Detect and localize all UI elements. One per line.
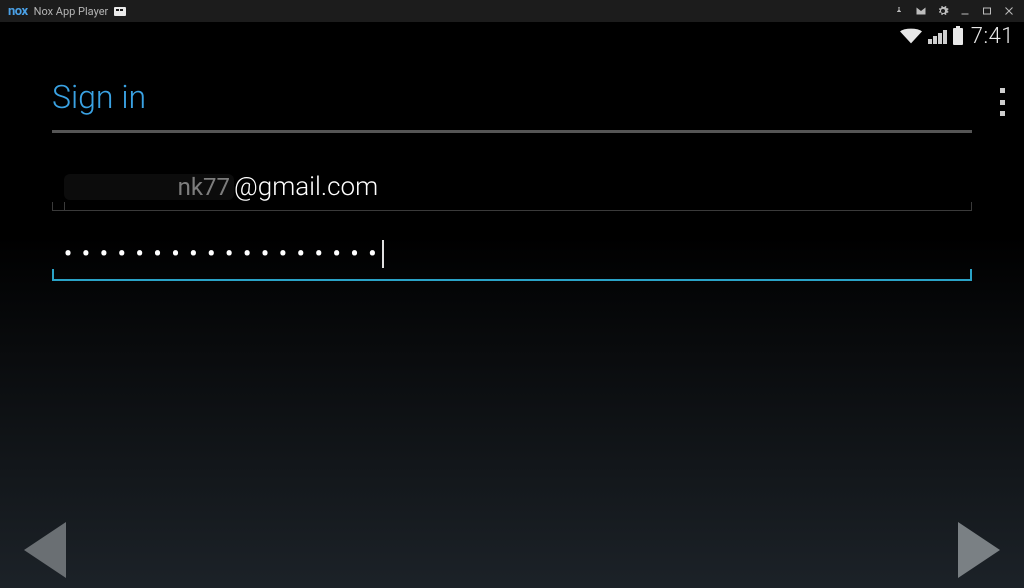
text-cursor <box>382 240 384 268</box>
overflow-menu-icon[interactable] <box>992 88 1012 116</box>
email-visible-suffix: @gmail.com <box>234 172 378 202</box>
back-button[interactable] <box>24 522 66 578</box>
email-field[interactable]: nk77 @gmail.com <box>52 163 972 211</box>
wifi-icon <box>900 28 922 44</box>
page-title: Sign in <box>52 78 972 133</box>
minimize-icon[interactable] <box>956 2 974 20</box>
android-status-bar: 7:41 <box>0 22 1024 50</box>
signin-screen: Sign in nk77 @gmail.com ••••••••••••••••… <box>0 50 1024 588</box>
battery-icon <box>953 28 963 45</box>
chevron-right-icon <box>958 522 1000 578</box>
next-button[interactable] <box>958 522 1000 578</box>
chevron-left-icon <box>24 522 66 578</box>
password-mask: •••••••••••••••••• <box>64 242 386 267</box>
app-window: nox Nox App Player 7:41 <box>0 0 1024 588</box>
window-title: Nox App Player <box>34 5 109 18</box>
settings-icon[interactable] <box>934 2 952 20</box>
status-clock: 7:41 <box>971 24 1014 49</box>
email-masked-prefix: nk77 <box>64 174 234 200</box>
password-field[interactable]: •••••••••••••••••• <box>52 229 972 281</box>
signal-icon <box>928 28 947 44</box>
pin-icon[interactable] <box>890 2 908 20</box>
nox-logo: nox <box>8 4 28 19</box>
keyboard-icon <box>114 7 126 16</box>
mail-icon[interactable] <box>912 2 930 20</box>
window-titlebar: nox Nox App Player <box>0 0 1024 22</box>
maximize-icon[interactable] <box>978 2 996 20</box>
close-icon[interactable] <box>1000 2 1018 20</box>
